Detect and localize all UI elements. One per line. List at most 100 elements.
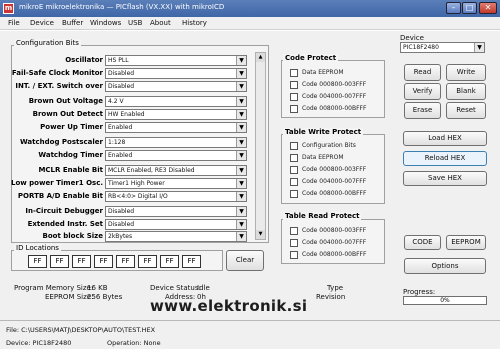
menu-bar: File Device Buffer Windows USB About His…	[0, 17, 500, 30]
table-read-protect-item[interactable]: Code 008000-00BFFF	[290, 250, 385, 261]
id-location-3[interactable]: FF	[94, 255, 113, 268]
device-status-value: Idle	[197, 284, 210, 292]
menu-about[interactable]: About	[150, 19, 171, 27]
menu-file[interactable]: File	[8, 19, 20, 27]
config-label: Low power Timer1 Osc.	[11, 179, 103, 187]
dropdown-arrow-icon: ▼	[236, 207, 246, 216]
dropdown-arrow-icon: ▼	[236, 151, 246, 160]
eeprom-size-value: 256 Bytes	[87, 293, 123, 301]
brown-out-detect-select[interactable]: HW Enabled ▼	[105, 109, 247, 120]
boot-block-select[interactable]: 2kBytes ▼	[105, 231, 247, 242]
reload-hex-button[interactable]: Reload HEX	[403, 151, 487, 166]
eeprom-button[interactable]: EEPROM	[446, 235, 486, 250]
type-label: Type	[327, 284, 344, 292]
brown-out-voltage-select[interactable]: 4.2 V ▼	[105, 96, 247, 107]
save-hex-button[interactable]: Save HEX	[403, 171, 487, 186]
progress-bar: 0%	[403, 296, 487, 305]
reset-button[interactable]: Reset	[446, 102, 486, 119]
icd-select[interactable]: Disabled ▼	[105, 206, 247, 217]
oscillator-select[interactable]: HS PLL ▼	[105, 55, 247, 66]
table-write-protect-item[interactable]: Code 000800-003FFF	[290, 165, 385, 176]
checkbox-label: Code 008000-00BFFF	[302, 190, 367, 197]
checkbox[interactable]	[290, 81, 298, 89]
config-row-icd: In-Circuit Debugger	[14, 206, 103, 217]
id-location-2[interactable]: FF	[72, 255, 91, 268]
progress-label: Progress:	[403, 288, 436, 296]
config-scrollbar[interactable]: ▲ ▼	[255, 52, 266, 240]
power-up-timer-select[interactable]: Enabled ▼	[105, 122, 247, 133]
menu-history[interactable]: History	[182, 19, 207, 27]
scroll-down-icon[interactable]: ▼	[256, 230, 265, 239]
read-button[interactable]: Read	[404, 64, 441, 81]
config-row-fail-safe: Fail-Safe Clock Monitor	[11, 68, 103, 79]
watchdog-timer-select[interactable]: Enabled ▼	[105, 150, 247, 161]
table-read-protect-item[interactable]: Code 000800-003FFF	[290, 226, 385, 237]
checkbox[interactable]	[290, 251, 298, 259]
combo-value: RB<4:0> Digital I/O	[108, 193, 168, 200]
maximize-button[interactable]: □	[462, 2, 477, 14]
portb-ad-select[interactable]: RB<4:0> Digital I/O ▼	[105, 191, 247, 202]
mclr-select[interactable]: MCLR Enabled, RE3 Disabled ▼	[105, 165, 247, 176]
switch-over-select[interactable]: Disabled ▼	[105, 81, 247, 92]
config-row-brown-out-detect: Brown Out Detect	[14, 109, 103, 120]
id-location-5[interactable]: FF	[138, 255, 157, 268]
config-row-timer1-osc: Low power Timer1 Osc.	[11, 178, 103, 189]
id-location-6[interactable]: FF	[160, 255, 179, 268]
window-title: mikroE mikroelektronika — PICflash (VX.X…	[19, 3, 225, 11]
menu-windows[interactable]: Windows	[90, 19, 121, 27]
device-value: PIC18F2480	[403, 44, 439, 51]
watermark: www.elektronik.si	[150, 297, 308, 315]
blank-button[interactable]: Blank	[446, 83, 486, 100]
checkbox[interactable]	[290, 69, 298, 77]
clear-button[interactable]: Clear	[226, 250, 264, 271]
options-button[interactable]: Options	[404, 258, 486, 274]
dropdown-arrow-icon: ▼	[236, 82, 246, 91]
config-label: Fail-Safe Clock Monitor	[11, 69, 103, 77]
id-location-4[interactable]: FF	[116, 255, 135, 268]
ext-instr-select[interactable]: Disabled ▼	[105, 219, 247, 230]
checkbox[interactable]	[290, 93, 298, 101]
erase-button[interactable]: Erase	[404, 102, 441, 119]
checkbox[interactable]	[290, 190, 298, 198]
code-button[interactable]: CODE	[404, 235, 441, 250]
menu-buffer[interactable]: Buffer	[62, 19, 83, 27]
menu-device[interactable]: Device	[30, 19, 54, 27]
id-location-1[interactable]: FF	[50, 255, 69, 268]
checkbox[interactable]	[290, 142, 298, 150]
id-location-0[interactable]: FF	[28, 255, 47, 268]
checkbox[interactable]	[290, 166, 298, 174]
device-select[interactable]: PIC18F2480 ▼	[400, 42, 485, 53]
close-button[interactable]: ✕	[479, 2, 497, 14]
checkbox[interactable]	[290, 227, 298, 235]
table-write-protect-item[interactable]: Code 008000-00BFFF	[290, 189, 385, 200]
checkbox-label: Code 000800-003FFF	[302, 227, 367, 234]
config-bits-title: Configuration Bits	[14, 39, 81, 47]
table-write-protect-title: Table Write Protect	[283, 128, 364, 136]
watchdog-postscaler-select[interactable]: 1:128 ▼	[105, 137, 247, 148]
menu-usb[interactable]: USB	[128, 19, 142, 27]
minimize-button[interactable]: –	[446, 2, 461, 14]
config-label: Boot block Size	[42, 232, 103, 240]
checkbox[interactable]	[290, 239, 298, 247]
code-protect-item[interactable]: Code 008000-00BFFF	[290, 104, 385, 115]
table-write-protect-item[interactable]: Code 004000-007FFF	[290, 177, 385, 188]
load-hex-button[interactable]: Load HEX	[403, 131, 487, 146]
dropdown-arrow-icon: ▼	[236, 232, 246, 241]
table-write-protect-item[interactable]: Data EEPROM	[290, 153, 385, 164]
table-read-protect-item[interactable]: Code 004000-007FFF	[290, 238, 385, 249]
checkbox[interactable]	[290, 105, 298, 113]
code-protect-item[interactable]: Code 000800-003FFF	[290, 80, 385, 91]
fail-safe-select[interactable]: Disabled ▼	[105, 68, 247, 79]
write-button[interactable]: Write	[446, 64, 486, 81]
id-location-7[interactable]: FF	[182, 255, 201, 268]
app-icon: m	[3, 3, 14, 14]
scroll-up-icon[interactable]: ▲	[256, 53, 265, 62]
table-write-protect-item[interactable]: Configuration Bits	[290, 141, 385, 152]
checkbox[interactable]	[290, 178, 298, 186]
timer1-osc-select[interactable]: Timer1 High Power ▼	[105, 178, 247, 189]
config-row-watchdog-postscaler: Watchdog Postscaler	[14, 137, 103, 148]
code-protect-item[interactable]: Code 004000-007FFF	[290, 92, 385, 103]
checkbox[interactable]	[290, 154, 298, 162]
verify-button[interactable]: Verify	[404, 83, 441, 100]
code-protect-item[interactable]: Data EEPROM	[290, 68, 385, 79]
